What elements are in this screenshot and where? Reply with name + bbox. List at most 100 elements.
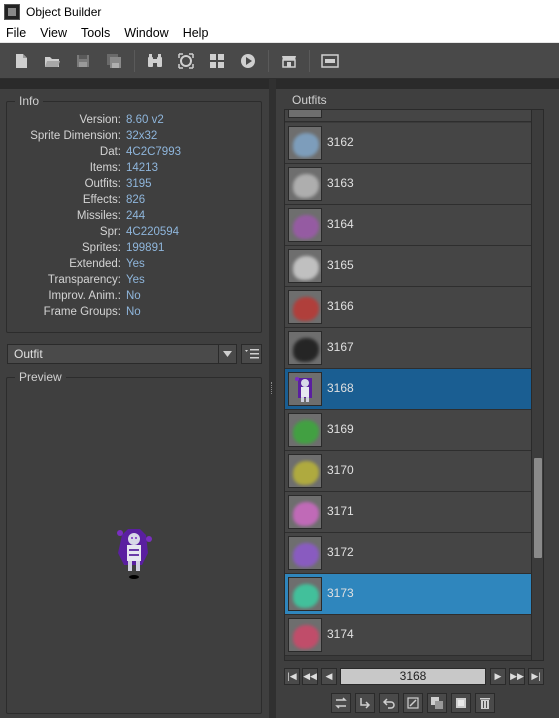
left-pane: Info Version: 8.60 v2 Sprite Dimension: … (0, 89, 269, 718)
toolbar-separator (309, 49, 310, 72)
outfit-list[interactable]: 3162 3163 3164 3165 3166 3167 3168 3169 … (284, 109, 544, 661)
info-label: Spr: (99, 226, 121, 238)
info-value: 199891 (126, 242, 165, 254)
info-value: No (126, 306, 141, 318)
outfit-sprite (295, 377, 312, 402)
sprite-finder-icon[interactable] (175, 50, 197, 72)
list-item-selected[interactable]: 3168 (285, 369, 531, 410)
save-as-icon[interactable] (103, 50, 125, 72)
outfit-sprite (293, 133, 319, 157)
list-options-button[interactable] (241, 344, 262, 364)
toolbar-separator (268, 49, 269, 72)
outfit-sprite (293, 420, 319, 444)
list-item[interactable]: 3167 (285, 328, 531, 369)
undo-icon[interactable] (379, 693, 399, 713)
info-value: Yes (126, 258, 145, 270)
menu-file[interactable]: File (0, 26, 34, 40)
object-finder-icon[interactable] (144, 50, 166, 72)
animation-editor-icon[interactable] (237, 50, 259, 72)
info-value: 826 (126, 194, 146, 206)
menu-window[interactable]: Window (118, 26, 176, 40)
store-icon[interactable] (278, 50, 300, 72)
list-item[interactable]: 3162 (285, 123, 531, 164)
menu-bar: File View Tools Window Help (0, 23, 559, 43)
outfit-thumbnail (288, 372, 322, 406)
outfit-id: 3164 (327, 217, 354, 231)
info-group: Info Version: 8.60 v2 Sprite Dimension: … (6, 94, 262, 333)
outfit-sprite (293, 338, 319, 362)
list-item[interactable]: 3163 (285, 164, 531, 205)
last-page-icon[interactable]: ▶| (528, 668, 544, 685)
lua-icon[interactable] (319, 50, 341, 72)
sprite-viewer-icon[interactable] (206, 50, 228, 72)
outfit-sprite (293, 502, 319, 526)
outfit-list-scrollbar[interactable] (531, 110, 543, 660)
outfit-thumbnail (288, 126, 322, 160)
right-pane: Outfits 3162 3163 3164 3165 3166 3167 31… (276, 89, 559, 718)
category-select[interactable]: Outfit (7, 344, 237, 364)
info-label: Outfits: (84, 178, 121, 190)
fast-back-icon[interactable]: ◀◀ (302, 668, 318, 685)
outfit-thumbnail (288, 454, 322, 488)
edit-icon[interactable] (403, 693, 423, 713)
info-row-outfits: Outfits: 3195 (7, 178, 257, 194)
list-item[interactable]: 3170 (285, 451, 531, 492)
list-item[interactable]: 3164 (285, 205, 531, 246)
open-folder-icon[interactable] (41, 50, 63, 72)
info-value: Yes (126, 274, 145, 286)
list-item[interactable]: 3169 (285, 410, 531, 451)
list-item[interactable]: 3166 (285, 287, 531, 328)
new-file-icon[interactable] (10, 50, 32, 72)
pager: |◀ ◀◀ ◀ 3168 ▶ ▶▶ ▶| (284, 668, 546, 686)
outfit-thumbnail (288, 577, 322, 611)
scrollbar-thumb[interactable] (534, 458, 542, 558)
preview-title: Preview (15, 370, 66, 384)
pane-splitter[interactable] (269, 79, 276, 718)
info-label: Transparency: (47, 274, 121, 286)
list-item[interactable]: 3171 (285, 492, 531, 533)
export-icon[interactable] (355, 693, 375, 713)
list-item[interactable]: 3172 (285, 533, 531, 574)
chevron-down-icon[interactable] (218, 345, 236, 363)
outfit-thumbnail (288, 110, 322, 118)
info-value: 4C2C7993 (126, 146, 181, 158)
window-title: Object Builder (26, 4, 102, 19)
replace-icon[interactable] (331, 693, 351, 713)
outfit-thumbnail (288, 618, 322, 652)
list-item[interactable]: 3174 (285, 615, 531, 656)
fast-forward-icon[interactable]: ▶▶ (509, 668, 525, 685)
info-row-items: Items: 14213 (7, 162, 257, 178)
menu-help[interactable]: Help (177, 26, 217, 40)
category-select-value: Outfit (14, 347, 43, 361)
menu-tools[interactable]: Tools (75, 26, 118, 40)
list-item-partial[interactable] (285, 110, 531, 122)
menu-view[interactable]: View (34, 26, 75, 40)
new-object-icon[interactable] (451, 693, 471, 713)
next-icon[interactable]: ▶ (490, 668, 506, 685)
list-actions (331, 693, 499, 713)
list-item-highlighted[interactable]: 3173 (285, 574, 531, 615)
delete-icon[interactable] (475, 693, 495, 713)
splitter-grip-icon[interactable] (271, 382, 274, 394)
info-label: Version: (79, 114, 121, 126)
save-icon[interactable] (72, 50, 94, 72)
prev-icon[interactable]: ◀ (321, 668, 337, 685)
info-value: 8.60 v2 (126, 114, 164, 126)
outfit-preview-sprite (117, 529, 152, 579)
title-bar: Object Builder (0, 0, 559, 23)
info-label: Dat: (99, 146, 121, 158)
outfit-thumbnail (288, 331, 322, 365)
info-row-dat: Dat: 4C2C7993 (7, 146, 257, 162)
outfit-thumbnail (288, 249, 322, 283)
duplicate-icon[interactable] (427, 693, 447, 713)
info-value: 32x32 (126, 130, 158, 142)
outfit-id: 3168 (327, 381, 354, 395)
info-row-transparency: Transparency: Yes (7, 274, 257, 290)
info-label: Items: (89, 162, 121, 174)
current-id-field[interactable]: 3168 (340, 668, 486, 685)
outfit-id: 3162 (327, 135, 354, 149)
outfit-thumbnail (288, 208, 322, 242)
first-page-icon[interactable]: |◀ (284, 668, 300, 685)
outfit-sprite (293, 543, 319, 567)
list-item[interactable]: 3165 (285, 246, 531, 287)
